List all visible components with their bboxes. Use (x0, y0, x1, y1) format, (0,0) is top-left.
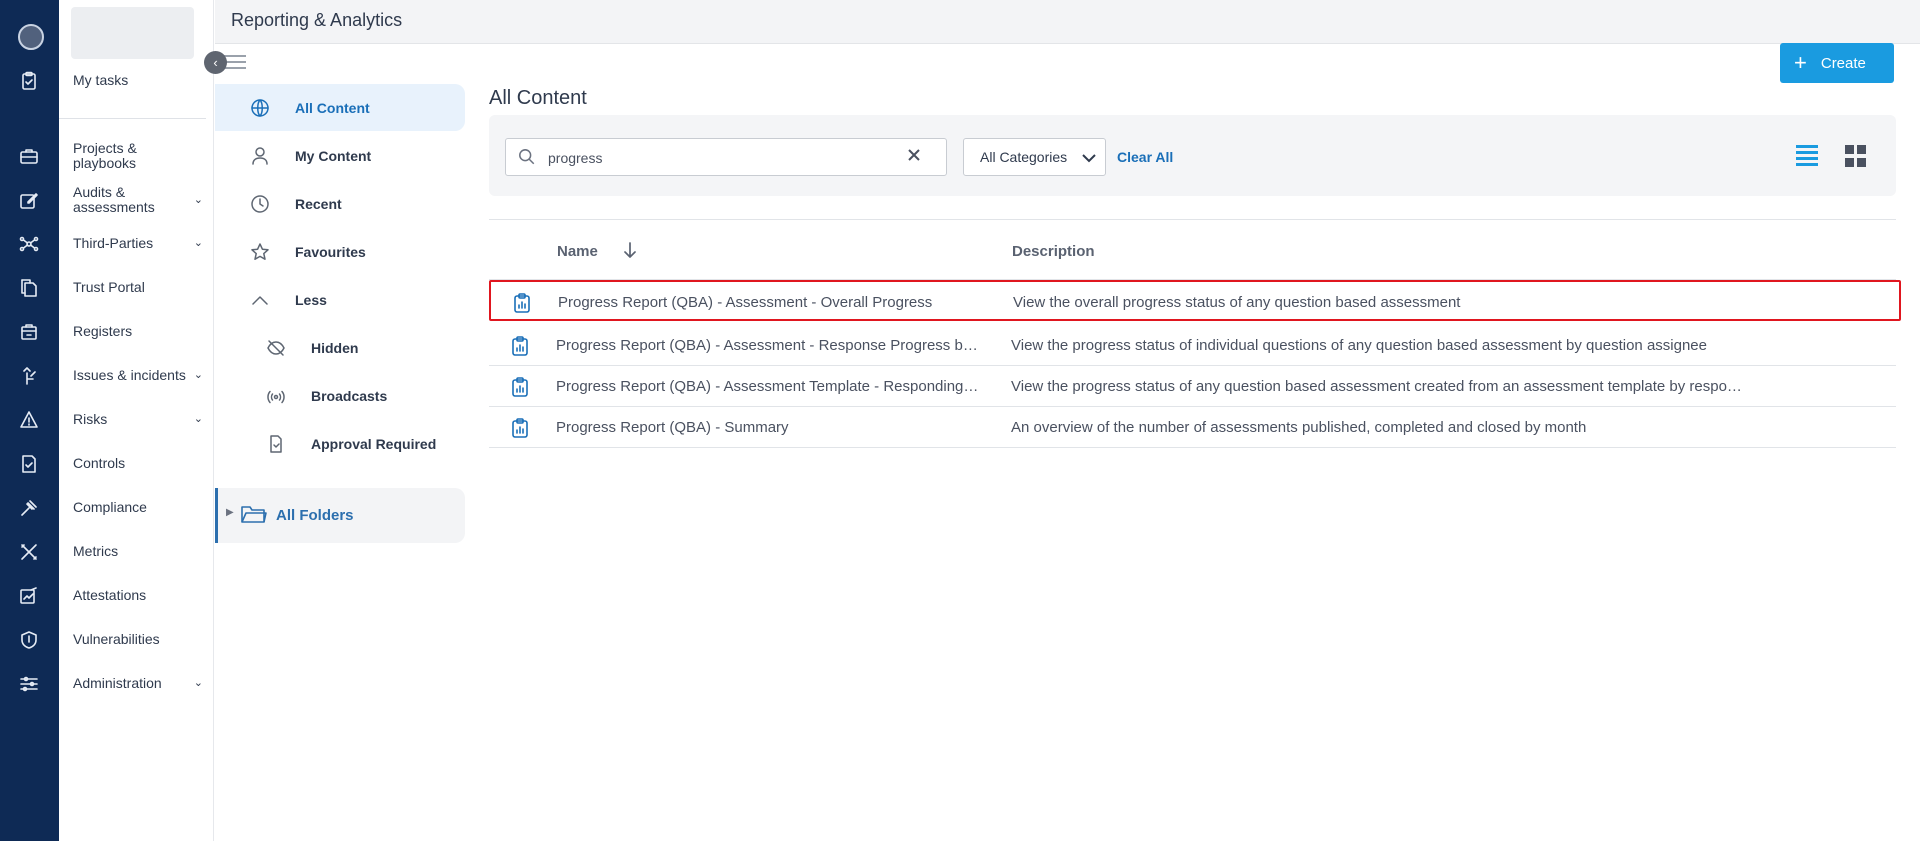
clock-icon (249, 193, 271, 215)
table-row[interactable]: Progress Report (QBA) - Summary An overv… (489, 407, 1896, 448)
chevron-down-icon: ⌄ (193, 413, 203, 425)
chevron-up-icon (249, 289, 271, 311)
sliders-icon[interactable] (16, 671, 42, 697)
nav-item-third-parties[interactable]: Third-Parties ⌄ (73, 236, 203, 251)
subnav-recent[interactable]: Recent (215, 180, 465, 227)
search-field[interactable] (505, 138, 947, 176)
search-input[interactable] (548, 147, 888, 169)
subnav-approval-required[interactable]: Approval Required (215, 420, 465, 467)
star-icon (249, 241, 271, 263)
tools-icon[interactable] (16, 539, 42, 565)
subnav-broadcasts[interactable]: Broadcasts (215, 372, 465, 419)
list-view-icon[interactable] (1796, 145, 1818, 167)
reporting-subnav: All Content My Content Recent Favourites… (215, 44, 465, 841)
clipboard-check-icon[interactable] (16, 68, 42, 94)
subnav-hidden[interactable]: Hidden (215, 324, 465, 371)
folder-open-icon (240, 502, 268, 526)
page-header-title: Reporting & Analytics (231, 10, 403, 30)
nav-item-compliance[interactable]: Compliance (73, 500, 203, 515)
column-header-name[interactable]: Name (557, 243, 598, 260)
nav-item-my-tasks[interactable]: My tasks (73, 73, 203, 88)
search-icon (518, 148, 538, 168)
nav-item-trust-portal[interactable]: Trust Portal (73, 280, 203, 295)
pen-tool-icon[interactable] (16, 363, 42, 389)
shield-icon[interactable] (16, 627, 42, 653)
file-check-icon[interactable] (16, 451, 42, 477)
nav-item-registers[interactable]: Registers (73, 324, 203, 339)
chevron-down-icon: ⌄ (193, 237, 203, 249)
table-row[interactable]: Progress Report (QBA) - Assessment - Res… (489, 325, 1896, 366)
edit-icon[interactable] (16, 188, 42, 214)
create-button[interactable]: + Create (1780, 43, 1894, 83)
collapse-nav-button[interactable]: ‹ (204, 51, 227, 74)
report-clipboard-icon (513, 293, 531, 313)
gavel-icon[interactable] (16, 495, 42, 521)
plus-icon: + (1794, 50, 1807, 75)
chevron-down-icon (1081, 150, 1096, 164)
subnav-favourites[interactable]: Favourites (215, 228, 465, 275)
report-clipboard-icon (511, 336, 529, 356)
building-icon[interactable] (16, 319, 42, 345)
clear-all-link[interactable]: Clear All (1117, 149, 1173, 165)
nav-item-projects[interactable]: Projects & playbooks (73, 141, 153, 171)
globe-icon (249, 97, 271, 119)
grid-view-icon[interactable] (1845, 145, 1867, 167)
nav-item-controls[interactable]: Controls (73, 456, 203, 471)
chevron-down-icon: ⌄ (193, 193, 203, 206)
report-clipboard-icon (511, 377, 529, 397)
file-check-icon (265, 433, 287, 455)
eye-off-icon (265, 337, 287, 359)
report-clipboard-icon (511, 418, 529, 438)
table-row[interactable]: Progress Report (QBA) - Assessment Templ… (489, 366, 1896, 407)
nav-item-audits[interactable]: Audits & assessments ⌄ (73, 185, 203, 215)
user-avatar[interactable] (18, 24, 44, 50)
user-icon (249, 145, 271, 167)
broadcast-icon (265, 385, 287, 407)
chevron-down-icon: ⌄ (193, 677, 203, 689)
main-nav: My tasks Projects & playbooks Audits & a… (59, 0, 214, 841)
divider (489, 219, 1896, 220)
subnav-less-toggle[interactable]: Less (215, 276, 465, 323)
subnav-all-content[interactable]: All Content (215, 84, 465, 131)
nav-item-attestations[interactable]: Attestations (73, 588, 203, 603)
network-icon[interactable] (16, 231, 42, 257)
sort-descending-icon[interactable] (622, 241, 640, 261)
nav-item-risks[interactable]: Risks ⌄ (73, 412, 203, 427)
subnav-my-content[interactable]: My Content (215, 132, 465, 179)
chart-edit-icon[interactable] (16, 583, 42, 609)
hamburger-icon[interactable] (224, 54, 246, 70)
app-rail (0, 0, 59, 841)
nav-item-vulnerabilities[interactable]: Vulnerabilities (73, 632, 203, 647)
nav-item-administration[interactable]: Administration ⌄ (73, 676, 203, 691)
nav-divider (59, 118, 206, 119)
category-select[interactable]: All Categories (963, 138, 1106, 176)
briefcase-icon[interactable] (16, 143, 42, 169)
documents-icon[interactable] (16, 275, 42, 301)
warning-icon[interactable] (16, 407, 42, 433)
logo (71, 7, 194, 59)
caret-right-icon[interactable]: ▶ (226, 507, 234, 518)
top-bar: Reporting & Analytics (215, 0, 1920, 44)
clear-search-icon[interactable] (906, 147, 926, 167)
nav-item-metrics[interactable]: Metrics (73, 544, 203, 559)
nav-item-issues[interactable]: Issues & incidents ⌄ (73, 368, 203, 383)
page-title: All Content (489, 87, 587, 109)
table-row[interactable]: Progress Report (QBA) - Assessment - Ove… (489, 280, 1901, 321)
all-folders[interactable]: ▶ All Folders (215, 488, 465, 543)
filter-bar: All Categories Clear All (489, 115, 1896, 196)
column-header-description: Description (1012, 243, 1095, 260)
chevron-down-icon: ⌄ (193, 369, 203, 381)
